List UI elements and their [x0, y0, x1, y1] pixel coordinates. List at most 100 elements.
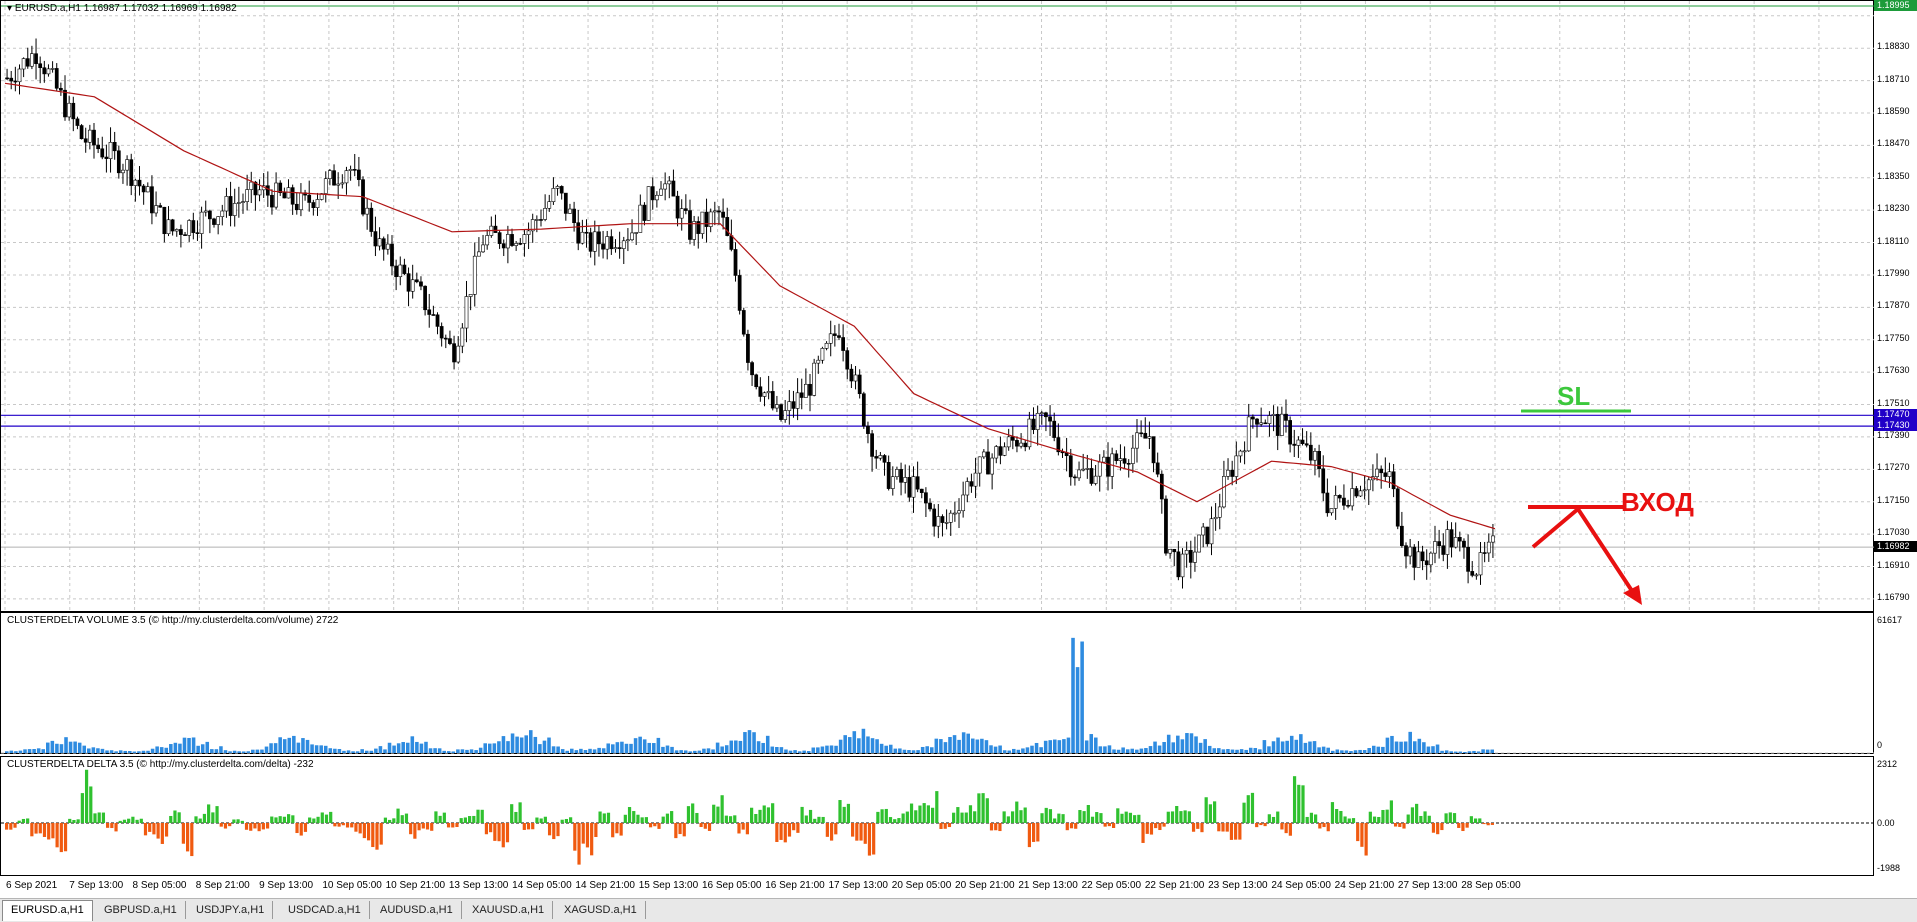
delta-bar	[505, 823, 510, 843]
volume-indicator-pane[interactable]: CLUSTERDELTA VOLUME 3.5 (© http://my.clu…	[0, 612, 1875, 754]
collapse-triangle-icon[interactable]: ▾	[7, 3, 12, 14]
delta-bar	[333, 823, 337, 827]
delta-bar	[240, 820, 244, 823]
symbol-tab-gbpusd-a-h1[interactable]: GBPUSD.a,H1	[96, 901, 186, 919]
candle-body	[998, 446, 1003, 456]
volume-bar	[615, 742, 620, 753]
volume-bar	[1007, 750, 1012, 753]
delta-bar	[1436, 823, 1440, 835]
candle-body	[348, 169, 353, 171]
delta-bar	[1191, 823, 1196, 832]
delta-bar	[762, 805, 766, 823]
candle-body	[783, 410, 788, 420]
volume-bar	[415, 741, 419, 753]
delta-bar	[1107, 823, 1111, 827]
volume-bar	[984, 740, 989, 753]
volume-bar	[611, 744, 615, 753]
volume-bar	[1230, 749, 1235, 753]
volume-bar	[1043, 740, 1048, 753]
candle-body	[1213, 516, 1218, 520]
candle-body	[435, 314, 440, 327]
delta-bar	[712, 804, 716, 823]
candle-body	[746, 333, 750, 363]
candle-body	[1193, 551, 1197, 563]
candle-body	[1184, 550, 1189, 555]
candle-body	[936, 516, 941, 527]
volume-bar	[1390, 735, 1394, 753]
candle-body	[1230, 469, 1235, 477]
candle-body	[787, 401, 792, 411]
candle-body	[328, 170, 332, 179]
delta-bar	[1339, 810, 1343, 823]
delta-bar	[783, 823, 787, 843]
volume-bar	[123, 750, 128, 753]
candle-body	[601, 243, 605, 250]
delta-bar	[943, 823, 947, 829]
symbol-tab-xauusd-a-h1[interactable]: XAUUSD.a,H1	[464, 901, 554, 919]
volume-bar	[629, 743, 633, 753]
volume-bar	[1071, 637, 1075, 753]
candle-body	[555, 186, 560, 189]
delta-bar	[409, 823, 413, 835]
price-chart-canvas[interactable]	[1, 1, 1875, 613]
volume-bar	[1253, 748, 1258, 753]
volume-bar	[1189, 733, 1194, 753]
volume-bar	[1089, 734, 1094, 753]
candle-body	[1172, 549, 1177, 553]
candle-body	[133, 179, 138, 186]
delta-bar	[1431, 823, 1436, 833]
delta-indicator-pane[interactable]: CLUSTERDELTA DELTA 3.5 (© http://my.clus…	[0, 756, 1875, 876]
volume-bar	[1422, 742, 1426, 753]
candle-body	[439, 326, 444, 339]
volume-bar	[597, 747, 601, 753]
delta-bar	[518, 802, 522, 823]
delta-bar	[110, 823, 114, 829]
main-price-scale[interactable]: 1.18830 1.18710 1.18590 1.18470 1.18350 1.182…	[1874, 0, 1917, 612]
delta-bar	[1086, 805, 1090, 823]
candle-body	[1180, 553, 1185, 578]
delta-bar	[893, 819, 897, 823]
delta-bar	[287, 814, 291, 823]
candle-body	[758, 386, 763, 397]
symbol-tab-usdjpy-a-h1[interactable]: USDJPY.a,H1	[188, 901, 274, 919]
volume-bar	[1312, 741, 1317, 753]
delta-bar	[1330, 802, 1335, 823]
candle-body	[1044, 412, 1048, 418]
delta-bar	[977, 793, 981, 823]
delta-bar	[30, 823, 34, 837]
volume-bar	[146, 750, 150, 753]
main-chart-pane[interactable]: ▾ EURUSD.a,H1 1.16987 1.17032 1.16969 1.…	[0, 0, 1875, 613]
volume-bar	[770, 746, 775, 753]
price-tick-label: 1.17870	[1877, 300, 1910, 311]
delta-bar	[337, 823, 341, 827]
symbol-tab-eurusd-a-h1[interactable]: EURUSD.a,H1	[2, 900, 93, 921]
delta-bar	[1423, 811, 1427, 823]
delta-bar	[451, 823, 455, 828]
delta-bar	[1482, 823, 1486, 825]
volume-bar	[205, 741, 210, 753]
symbol-tab-xagusd-a-h1[interactable]: XAGUSD.a,H1	[556, 901, 646, 919]
candle-body	[315, 199, 320, 208]
candle-body	[973, 472, 978, 487]
delta-bar	[1490, 823, 1494, 825]
delta-bar	[1196, 823, 1200, 829]
candle-body	[468, 294, 473, 297]
candle-body	[443, 337, 448, 340]
symbol-tab-usdcad-a-h1[interactable]: USDCAD.a,H1	[280, 901, 370, 919]
candle-body	[733, 249, 738, 276]
volume-bar	[656, 737, 661, 753]
delta-bar	[198, 818, 202, 823]
candle-body	[150, 186, 154, 214]
delta-bar	[169, 815, 173, 823]
delta-bar	[1082, 811, 1086, 823]
volume-bar	[1248, 747, 1253, 753]
candle-body	[212, 218, 216, 225]
candle-body	[1408, 546, 1413, 557]
price-tick-label: 1.18110	[1877, 235, 1909, 246]
delta-bar	[846, 803, 851, 823]
candle-body	[46, 68, 51, 75]
symbol-tab-audusd-a-h1[interactable]: AUDUSD.a,H1	[372, 901, 462, 919]
delta-bar	[261, 823, 265, 830]
volume-bar	[752, 732, 756, 753]
candle-body	[1279, 413, 1284, 436]
